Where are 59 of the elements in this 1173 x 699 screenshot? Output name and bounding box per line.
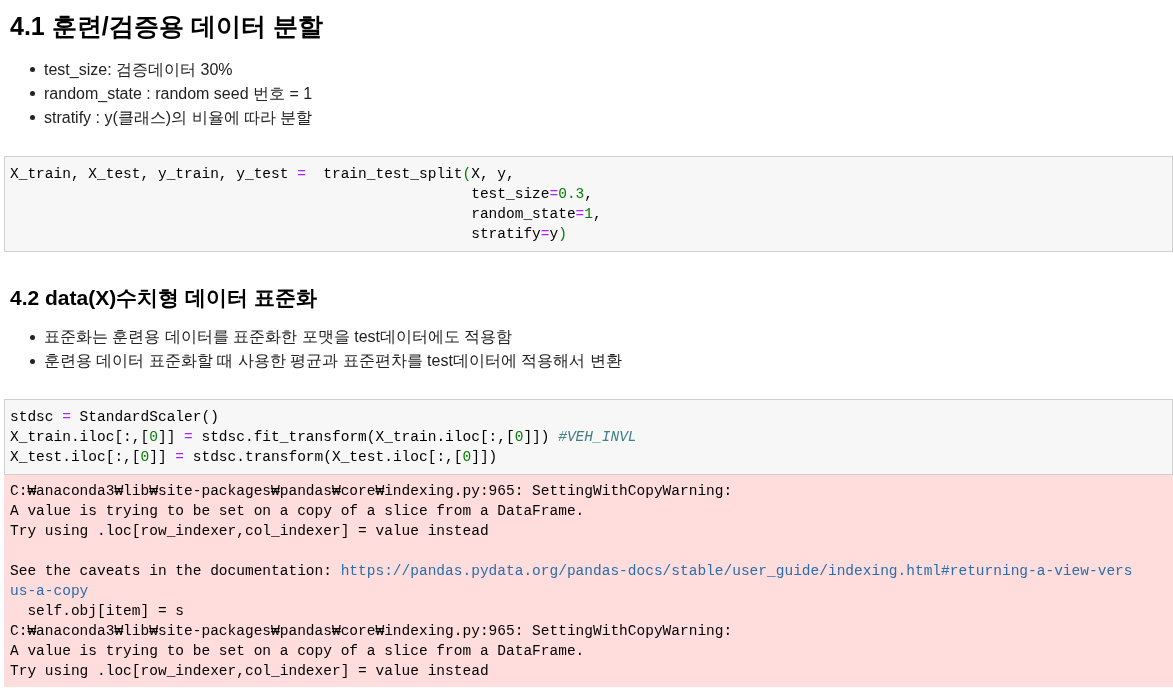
code-text: X_train, X_test, y_train, y_test [10,164,290,184]
code-text: ( [462,164,472,184]
output-text: self.obj[item] = s [26,602,185,621]
code-text: ]]) [523,428,551,447]
bullet-text: test_size: 검증데이터 30% [44,59,233,80]
code-text: ]] [157,428,177,447]
output-text: See the caveats in the documentation: [10,562,333,581]
code-text: 1 [584,204,593,224]
code-text: 0 [149,428,158,447]
bullet-icon [30,334,35,340]
code-text: stdsc.transform(X_test.iloc[:,[ [191,448,463,467]
code-text: = [575,204,585,224]
code-comment: #VEH_INVL [558,428,637,447]
code-text: = [175,448,185,467]
code-text: stdsc [10,408,55,427]
code-text: X_train.iloc[:,[ [10,428,150,447]
code-text: ]]) [471,448,498,467]
output-text: Try using .loc[row_indexer,col_indexer] = value instead [10,522,489,541]
code-text: = [184,428,193,447]
output-text: C:₩anaconda3₩lib₩site-packages₩pandas₩core₩indexing.py:965: SettingWithCopyWarning: [10,482,733,501]
documentation-link[interactable]: us-a-copy [10,581,89,601]
documentation-link[interactable]: https://pandas.pydata.org/pandas-docs/stable/user_guide/indexing.html#returning-a-view-vers [340,561,1133,581]
bullet-text: 표준화는 훈련용 데이터를 표준화한 포맷을 test데이터에도 적용함 [44,327,513,347]
code-text: = [549,184,559,204]
code-text: stratify [470,224,541,244]
bullet-icon [30,67,35,72]
section-heading: 4.1 훈련/검증용 데이터 분할 [9,11,324,42]
code-text: , [593,204,602,224]
code-text: ]] [149,448,168,467]
code-text: test_size [470,184,550,204]
code-text: = [540,224,550,244]
bullet-icon [30,91,35,96]
code-text: X, y, [471,164,515,184]
output-text: Try using .loc[row_indexer,col_indexer] = value instead [10,662,489,681]
section-heading: 4.2 data(X)수치형 데이터 표준화 [9,284,318,311]
bullet-text: stratify : y(클래스)의 비율에 따라 분할 [44,107,313,128]
code-text: 0.3 [558,184,585,204]
code-text: train_test_split [322,164,463,184]
code-text: = [297,164,306,184]
output-text: A value is trying to be set on a copy of a slice from a DataFrame. [10,642,585,661]
code-cell[interactable]: X_train, X_test, y_train, y_test = train_test_split(X, y, test_size=0.3, random_state=1, stratify=y) [4,155,1173,252]
bullet-icon [30,115,35,120]
code-text: StandardScaler() [78,408,219,427]
code-text: , [584,184,593,204]
bullet-text: random_state : random seed 번호 = 1 [44,83,313,104]
code-text: 0 [462,448,472,467]
code-text: stdsc.fit_transform(X_train.iloc[:,[ [200,428,515,447]
code-text: X_test.iloc[:,[ [10,448,141,467]
bullet-icon [30,358,35,364]
code-text: 0 [140,448,150,467]
code-text: ) [558,224,567,244]
code-text: 0 [514,428,524,447]
output-text: A value is trying to be set on a copy of a slice from a DataFrame. [10,502,585,521]
code-text: = [62,408,71,427]
bullet-text: 훈련용 데이터 표준화할 때 사용한 평균과 표준편차를 test데이터에 적용해서 변환 [44,351,622,371]
code-text: random_state [470,204,576,224]
code-text: y [549,224,559,244]
output-text: C:₩anaconda3₩lib₩site-packages₩pandas₩core₩indexing.py:965: SettingWithCopyWarning: [10,622,733,641]
code-cell[interactable]: stdsc = StandardScaler() X_train.iloc[:,[0]] = stdsc.fit_transform(X_train.iloc[:,[0]]) #VEH_INVL X_test.iloc[:,[0]] = stdsc.transform(X_test.iloc[:,[0]]) [4,399,1173,475]
